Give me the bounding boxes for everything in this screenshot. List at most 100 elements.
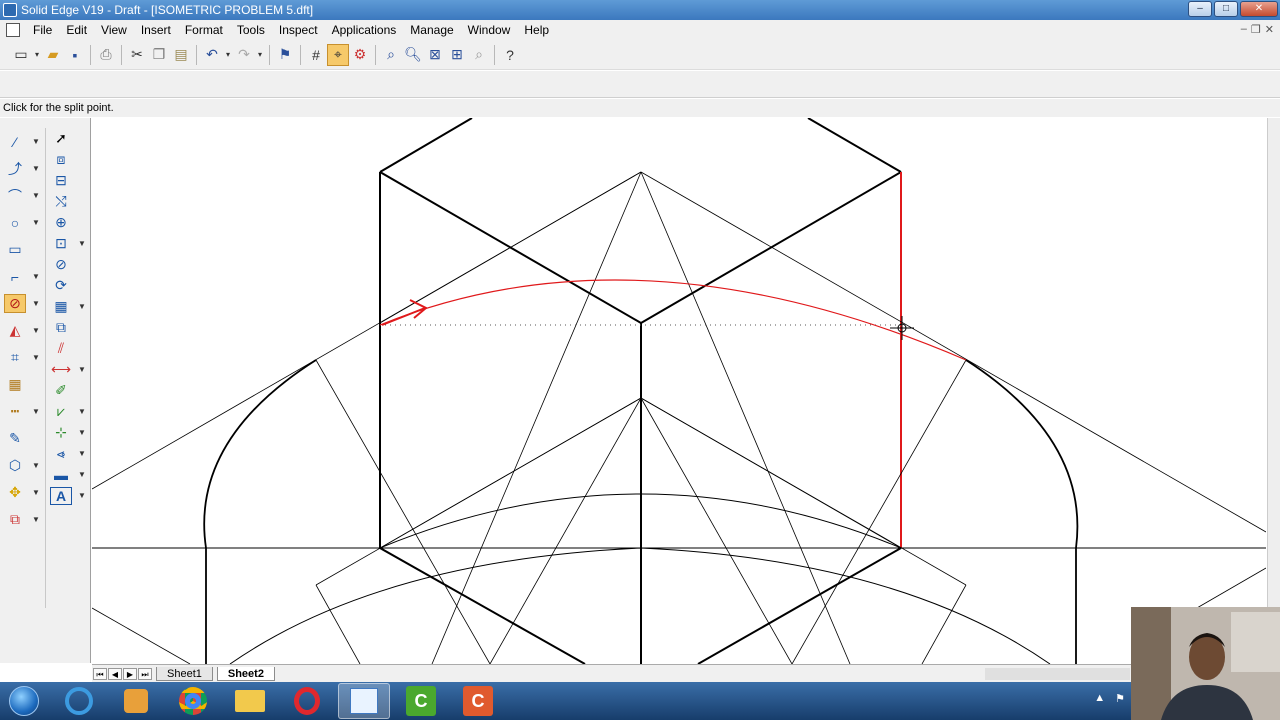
redo-icon[interactable]: ↷ <box>233 44 255 66</box>
view-tool[interactable]: ⬡ ▼ <box>4 452 42 479</box>
first-sheet-icon[interactable]: ⏮ <box>93 667 107 680</box>
highlighted-arc[interactable] <box>379 279 967 361</box>
curve-dropdown-icon[interactable]: ▼ <box>32 164 40 173</box>
view-dropdown-icon[interactable]: ▼ <box>32 461 40 470</box>
tool-i[interactable]: ⧉ <box>50 317 88 338</box>
move-tool[interactable]: ✥ ▼ <box>4 479 42 506</box>
tool-f[interactable]: ⊘ <box>50 254 88 275</box>
taskbar-camtasia-studio[interactable]: C <box>452 683 504 719</box>
menu-inspect[interactable]: Inspect <box>272 20 325 40</box>
text-dropdown-icon[interactable]: ▼ <box>78 491 86 500</box>
line-dropdown-icon[interactable]: ▼ <box>32 137 40 146</box>
tool-d[interactable]: ⊕ <box>50 212 88 233</box>
flag-icon[interactable]: ⚑ <box>274 44 296 66</box>
tool-e-dropdown-icon[interactable]: ▼ <box>78 239 86 248</box>
menu-tools[interactable]: Tools <box>230 20 272 40</box>
menu-help[interactable]: Help <box>517 20 556 40</box>
last-sheet-icon[interactable]: ⏭ <box>138 667 152 680</box>
arc-tool[interactable]: ⌒ ▼ <box>4 182 42 209</box>
tool-m-dropdown-icon[interactable]: ▼ <box>78 407 86 416</box>
move-dropdown-icon[interactable]: ▼ <box>32 488 40 497</box>
fill-tool[interactable]: ◭ ▼ <box>4 317 42 344</box>
intellisketch-icon[interactable]: ⌖ <box>327 43 349 66</box>
tool-p-dropdown-icon[interactable]: ▼ <box>78 470 86 479</box>
split-tool[interactable]: ⊘ ▼ <box>4 290 42 317</box>
menu-format[interactable]: Format <box>178 20 230 40</box>
tool-e[interactable]: ⊡ ▼ <box>50 233 88 254</box>
tool-l[interactable]: ✐ <box>50 380 88 401</box>
annotation-tool[interactable]: ⧉ ▼ <box>4 506 42 533</box>
tool-n[interactable]: ⊹ ▼ <box>50 422 88 443</box>
tool-g[interactable]: ⟳ <box>50 275 88 296</box>
pan-icon[interactable]: ⊞ <box>446 44 468 66</box>
fit-icon[interactable]: ⊠ <box>424 44 446 66</box>
open-icon[interactable]: ▰ <box>42 44 64 66</box>
tool-a[interactable]: ⧈ <box>50 149 88 170</box>
grid-icon[interactable]: # <box>305 44 327 66</box>
taskbar-opera[interactable] <box>281 683 333 719</box>
tool-n-dropdown-icon[interactable]: ▼ <box>78 428 86 437</box>
tray-expand-icon[interactable]: ▲ <box>1094 692 1105 705</box>
text-tool[interactable]: A ▼ <box>50 485 88 506</box>
taskbar-ie[interactable] <box>53 683 105 719</box>
tool-o[interactable]: ⩹ ▼ <box>50 443 88 464</box>
undo-icon[interactable]: ↶ <box>201 44 223 66</box>
tab-sheet2[interactable]: Sheet2 <box>216 666 275 681</box>
mdi-restore-button[interactable]: ❐ <box>1251 23 1261 36</box>
print-icon[interactable]: ⎙ <box>95 44 117 66</box>
taskbar-chrome[interactable] <box>167 683 219 719</box>
drawing-canvas[interactable] <box>92 118 1266 664</box>
line-tool[interactable]: ⁄ ▼ <box>4 128 42 155</box>
tool-o-dropdown-icon[interactable]: ▼ <box>78 449 86 458</box>
annotation-dropdown-icon[interactable]: ▼ <box>32 515 40 524</box>
tool-k[interactable]: ⟷ ▼ <box>50 359 88 380</box>
prev-sheet-icon[interactable]: ◀ <box>108 667 122 680</box>
circle-tool[interactable]: ○ ▼ <box>4 209 42 236</box>
minimize-button[interactable]: – <box>1188 1 1212 17</box>
next-sheet-icon[interactable]: ▶ <box>123 667 137 680</box>
tool-h-dropdown-icon[interactable]: ▼ <box>78 302 86 311</box>
maximize-button[interactable]: □ <box>1214 1 1238 17</box>
fill-dropdown-icon[interactable]: ▼ <box>32 326 40 335</box>
select-tool[interactable]: ➚ <box>50 128 88 149</box>
solid-edge-app-icon[interactable] <box>3 3 17 17</box>
curve-tool[interactable]: ⤴ ▼ <box>4 155 42 182</box>
save-icon[interactable]: ▪ <box>64 44 86 66</box>
zoom-area-icon[interactable]: ⌕ <box>380 44 402 66</box>
tool-c[interactable]: ⤭ <box>50 191 88 212</box>
undo-dropdown-icon[interactable]: ▾ <box>223 44 233 66</box>
tool-h[interactable]: ▦ ▼ <box>50 296 88 317</box>
menu-file[interactable]: File <box>26 20 59 40</box>
tool-b[interactable]: ⊟ <box>50 170 88 191</box>
tool-m[interactable]: ⩗ ▼ <box>50 401 88 422</box>
document-icon[interactable] <box>6 23 20 37</box>
zoom-tool-icon[interactable]: ⌕ <box>468 44 490 66</box>
tool-j[interactable]: ⫽ <box>50 338 88 359</box>
pattern-dropdown-icon[interactable]: ▼ <box>32 353 40 362</box>
vertical-scrollbar[interactable] <box>1267 118 1280 673</box>
taskbar-explorer[interactable] <box>224 683 276 719</box>
relationship-icon[interactable]: ⚙ <box>349 44 371 66</box>
taskbar-media-player[interactable] <box>110 683 162 719</box>
taskbar-solid-edge[interactable] <box>338 683 390 719</box>
new-icon[interactable]: ▭ <box>10 44 32 66</box>
copy-icon[interactable]: ❐ <box>148 44 170 66</box>
action-center-flag-icon[interactable]: ⚑ <box>1115 692 1125 705</box>
dimension-tool[interactable]: ┅ ▼ <box>4 398 42 425</box>
smart-dimension-tool[interactable]: ✎ <box>4 425 42 452</box>
close-button[interactable]: ✕ <box>1240 1 1278 17</box>
zoom-icon[interactable]: 🔍︎ <box>402 44 424 66</box>
paste-icon[interactable]: ▤ <box>170 44 192 66</box>
menu-manage[interactable]: Manage <box>403 20 460 40</box>
start-button[interactable] <box>0 682 48 720</box>
menu-insert[interactable]: Insert <box>134 20 178 40</box>
fillet-dropdown-icon[interactable]: ▼ <box>32 272 40 281</box>
cut-icon[interactable]: ✂ <box>126 44 148 66</box>
menu-applications[interactable]: Applications <box>325 20 404 40</box>
menu-view[interactable]: View <box>94 20 134 40</box>
rectangle-tool[interactable]: ▭ <box>4 236 42 263</box>
arc-dropdown-icon[interactable]: ▼ <box>32 191 40 200</box>
dimension-dropdown-icon[interactable]: ▼ <box>32 407 40 416</box>
new-dropdown-icon[interactable]: ▾ <box>32 44 42 66</box>
hatch-tool[interactable]: ▦ <box>4 371 42 398</box>
